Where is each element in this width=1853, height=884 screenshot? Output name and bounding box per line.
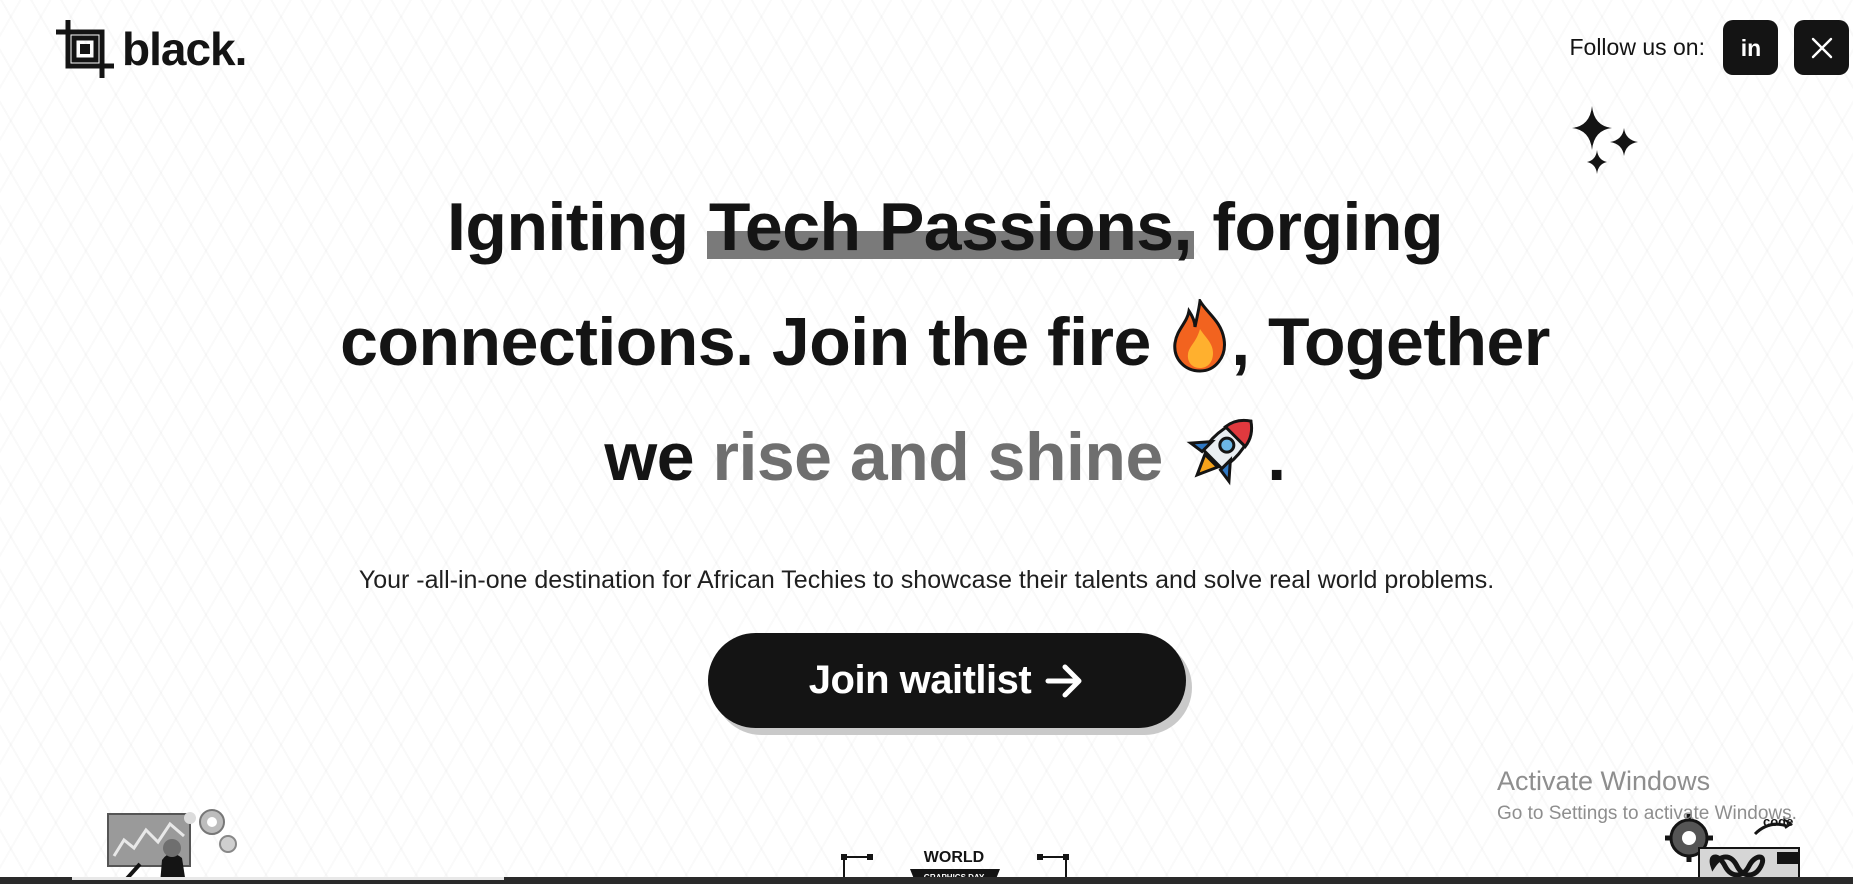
activate-windows-subtitle: Go to Settings to activate Windows. [1497,803,1797,824]
hero-headline: Igniting Tech Passions, forging connecti… [230,170,1660,515]
sparkles-icon [1572,106,1638,174]
world-label: WORLD [924,849,984,866]
x-twitter-icon [1811,37,1832,58]
fire-emoji-icon [1173,299,1227,373]
headline-text: , Together [1231,304,1550,380]
headline-text: Igniting [447,189,707,265]
hero-subtitle: Your -all-in-one destination for African… [358,566,1495,594]
linkedin-icon: in [1740,35,1760,61]
headline-muted: rise and shine [712,419,1164,495]
headline-text: connections. Join the fire [340,304,1170,380]
brand-name: black. [122,23,247,75]
linkedin-button[interactable]: in [1723,20,1778,75]
bottom-scrollbar[interactable] [0,877,1853,884]
brand-logo[interactable]: black. [56,20,247,78]
crop-frame-icon [56,20,114,78]
social-links: Follow us on: in [1569,20,1853,75]
scrollbar-thumb[interactable] [72,877,504,880]
headline-text: forging [1193,189,1443,265]
headline-text: we [604,419,713,495]
activate-windows-watermark: Activate Windows Go to Settings to activ… [1497,766,1797,825]
x-button[interactable] [1794,20,1849,75]
join-waitlist-label: Join waitlist [808,658,1032,702]
linkedin-glyph: in [1740,35,1760,61]
follow-label: Follow us on: [1569,34,1705,60]
activate-windows-title: Activate Windows [1497,766,1711,796]
rocket-emoji-icon [1186,418,1254,486]
data-analyst-illustration [107,809,237,884]
arrow-right-icon [1045,664,1082,697]
headline-highlight: Tech Passions, [706,189,1194,265]
headline-text: . [1267,419,1286,495]
join-waitlist-button[interactable]: Join waitlist [708,633,1186,728]
